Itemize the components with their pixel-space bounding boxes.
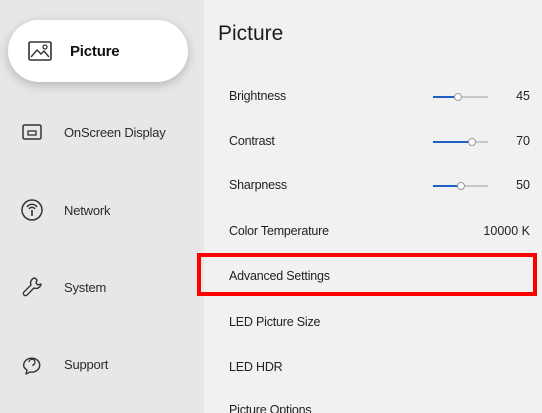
setting-value: 70 bbox=[516, 134, 530, 148]
setting-label: Contrast bbox=[229, 134, 275, 148]
sidebar-item-system[interactable]: System bbox=[10, 259, 200, 315]
setting-row-advanced-settings[interactable]: Advanced Settings bbox=[204, 253, 542, 299]
setting-value: 45 bbox=[516, 89, 530, 103]
setting-row-contrast[interactable]: Contrast 70 bbox=[204, 118, 542, 164]
setting-row-sharpness[interactable]: Sharpness 50 bbox=[204, 162, 542, 208]
sidebar-item-support[interactable]: Support bbox=[10, 336, 200, 392]
sidebar-item-label: Support bbox=[64, 356, 109, 372]
slider-knob[interactable] bbox=[456, 182, 465, 190]
sidebar-item-label: Picture bbox=[70, 42, 120, 60]
setting-label: Color Temperature bbox=[229, 224, 329, 238]
setting-row-color-temperature[interactable]: Color Temperature 10000 K bbox=[204, 208, 542, 254]
setting-row-brightness[interactable]: Brightness 45 bbox=[204, 73, 542, 119]
onscreen-display-icon bbox=[10, 110, 54, 154]
slider-fill bbox=[433, 141, 472, 143]
sidebar-item-label: Network bbox=[64, 202, 111, 218]
sharpness-slider[interactable] bbox=[433, 182, 488, 190]
setting-label: LED Picture Size bbox=[229, 315, 321, 329]
sidebar-item-picture[interactable]: Picture bbox=[8, 20, 188, 82]
setting-label: Sharpness bbox=[229, 178, 287, 192]
setting-label: Advanced Settings bbox=[229, 269, 330, 283]
contrast-slider[interactable] bbox=[433, 138, 488, 146]
sidebar-item-network[interactable]: Network bbox=[10, 182, 200, 238]
brightness-slider[interactable] bbox=[433, 93, 488, 101]
setting-label: Brightness bbox=[229, 89, 287, 103]
setting-row-led-hdr[interactable]: LED HDR bbox=[204, 344, 542, 390]
setting-label: Picture Options bbox=[229, 403, 312, 413]
sidebar-item-onscreen-display[interactable]: OnScreen Display bbox=[10, 104, 200, 160]
support-icon bbox=[10, 342, 54, 386]
setting-row-led-picture-size[interactable]: LED Picture Size bbox=[204, 299, 542, 345]
setting-row-picture-options[interactable]: Picture Options bbox=[204, 401, 542, 413]
page-title: Picture bbox=[218, 22, 284, 45]
sidebar-item-label: System bbox=[64, 279, 107, 295]
picture-icon bbox=[18, 29, 62, 73]
setting-value: 50 bbox=[516, 178, 530, 192]
setting-value: 10000 K bbox=[483, 224, 530, 238]
network-icon bbox=[10, 188, 54, 232]
sidebar-item-label: OnScreen Display bbox=[64, 124, 166, 140]
slider-knob[interactable] bbox=[453, 93, 462, 101]
settings-panel: Picture Brightness 45 Contrast 70 Sharpn… bbox=[204, 0, 542, 413]
system-icon bbox=[10, 265, 54, 309]
sidebar: Picture OnScreen Display Network System … bbox=[0, 0, 204, 413]
slider-knob[interactable] bbox=[467, 138, 476, 146]
setting-label: LED HDR bbox=[229, 360, 283, 374]
